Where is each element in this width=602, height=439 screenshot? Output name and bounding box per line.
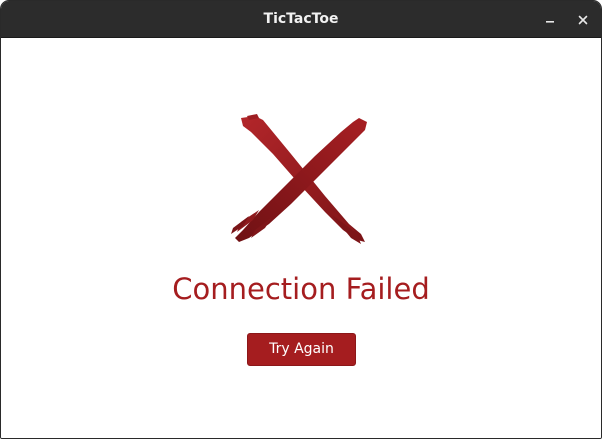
try-again-button[interactable]: Try Again [247,333,356,366]
app-window: TicTacToe Connection Failed Try Again [0,0,602,439]
main-content: Connection Failed Try Again [1,38,601,438]
title-bar[interactable]: TicTacToe [1,1,601,38]
close-icon [578,15,588,25]
status-message: Connection Failed [172,272,430,306]
close-button[interactable] [571,8,595,32]
minimize-button[interactable] [538,8,562,32]
window-title: TicTacToe [263,11,339,27]
x-mark-icon [231,114,367,244]
minimize-icon [546,21,554,23]
